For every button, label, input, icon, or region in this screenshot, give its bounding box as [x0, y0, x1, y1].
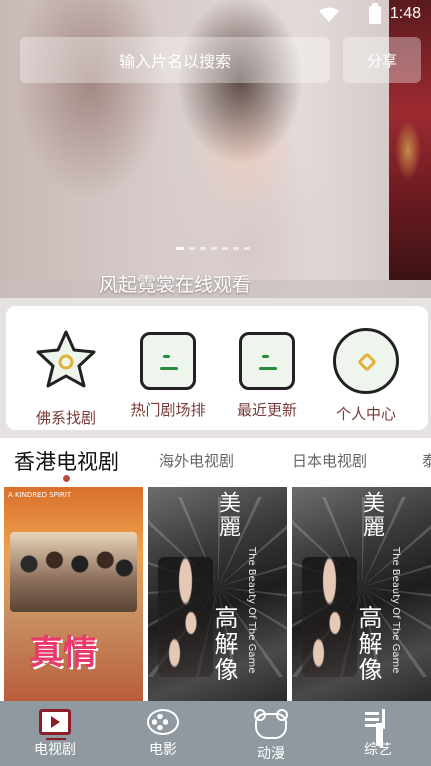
- quick-link-label: 热门剧场排: [130, 401, 206, 419]
- quick-link-profile[interactable]: 个人中心: [321, 328, 411, 424]
- carousel-dot[interactable]: [211, 247, 217, 250]
- poster-english-title: The Beauty Of The Game: [246, 547, 257, 674]
- quick-link-hot-ranking[interactable]: 热门剧场排: [123, 328, 213, 420]
- poster-image: [10, 532, 137, 612]
- list-icon: [239, 332, 295, 390]
- bear-icon: [254, 709, 288, 739]
- share-button[interactable]: 分享: [343, 37, 421, 83]
- poster-card[interactable]: 美麗 高解像 The Beauty Of The Game: [148, 487, 287, 701]
- poster-card[interactable]: 美麗 高解像 The Beauty Of The Game: [292, 487, 431, 701]
- nav-tv-drama[interactable]: 电视剧: [15, 709, 95, 759]
- music-list-icon: [362, 709, 394, 735]
- poster-grid: A KINDRED SPIRIT 真情 美麗 高解像 The Beauty Of…: [0, 486, 431, 701]
- bottom-nav: 电视剧 电影 动漫 综艺: [0, 701, 431, 766]
- quick-link-random[interactable]: 佛系找剧: [21, 328, 111, 428]
- nav-anime[interactable]: 动漫: [231, 709, 311, 763]
- nav-label: 电影: [149, 742, 177, 758]
- list-icon: [140, 332, 196, 390]
- tab-japan-drama[interactable]: 日本电视剧: [292, 450, 367, 471]
- poster-title-art: 高解像: [210, 605, 238, 683]
- banner-caption: 风起霓裳在线观看: [98, 274, 251, 296]
- poster-english-title: A KINDRED SPIRIT: [8, 491, 72, 499]
- star-icon: [36, 330, 96, 388]
- tv-icon: [39, 709, 71, 740]
- tab-thai-drama[interactable]: 泰: [422, 450, 431, 471]
- carousel-dot[interactable]: [176, 247, 184, 250]
- poster-english-title: The Beauty Of The Game: [390, 547, 401, 674]
- poster-title-art: 美麗: [359, 491, 384, 539]
- search-input[interactable]: 输入片名以搜索: [20, 37, 330, 83]
- quick-link-label: 个人中心: [335, 405, 396, 423]
- film-reel-icon: [147, 709, 179, 735]
- nav-variety[interactable]: 综艺: [338, 709, 418, 759]
- carousel-dot[interactable]: [222, 247, 228, 250]
- carousel-dot[interactable]: [233, 247, 239, 250]
- tab-overseas-drama[interactable]: 海外电视剧: [159, 450, 234, 471]
- nav-label: 动漫: [257, 746, 285, 762]
- tab-hk-drama[interactable]: 香港电视剧: [14, 446, 119, 476]
- quick-access-card: 佛系找剧 热门剧场排 最近更新 个人中心: [6, 306, 428, 430]
- user-circle-icon: [333, 328, 399, 394]
- nav-label: 综艺: [364, 742, 392, 758]
- quick-link-label: 最近更新: [236, 401, 297, 419]
- poster-image: [302, 557, 357, 677]
- quick-link-recent-updates[interactable]: 最近更新: [222, 328, 312, 420]
- active-tab-indicator: [63, 475, 70, 482]
- status-bar: 1:48: [0, 0, 431, 32]
- carousel-dot[interactable]: [189, 247, 195, 250]
- carousel-dot[interactable]: [200, 247, 206, 250]
- wifi-icon: [319, 7, 339, 22]
- carousel-dot[interactable]: [244, 247, 250, 250]
- status-time: 1:48: [389, 5, 421, 22]
- carousel-indicator: [176, 247, 250, 250]
- nav-label: 电视剧: [34, 742, 76, 758]
- quick-link-label: 佛系找剧: [35, 409, 96, 427]
- poster-title-art: 美麗: [215, 491, 240, 539]
- poster-title-art: 真情: [29, 633, 97, 673]
- battery-icon: [369, 3, 381, 24]
- poster-image: [158, 557, 213, 677]
- nav-movie[interactable]: 电影: [123, 709, 203, 759]
- poster-title-art: 高解像: [354, 605, 382, 683]
- poster-card[interactable]: A KINDRED SPIRIT 真情: [4, 487, 143, 701]
